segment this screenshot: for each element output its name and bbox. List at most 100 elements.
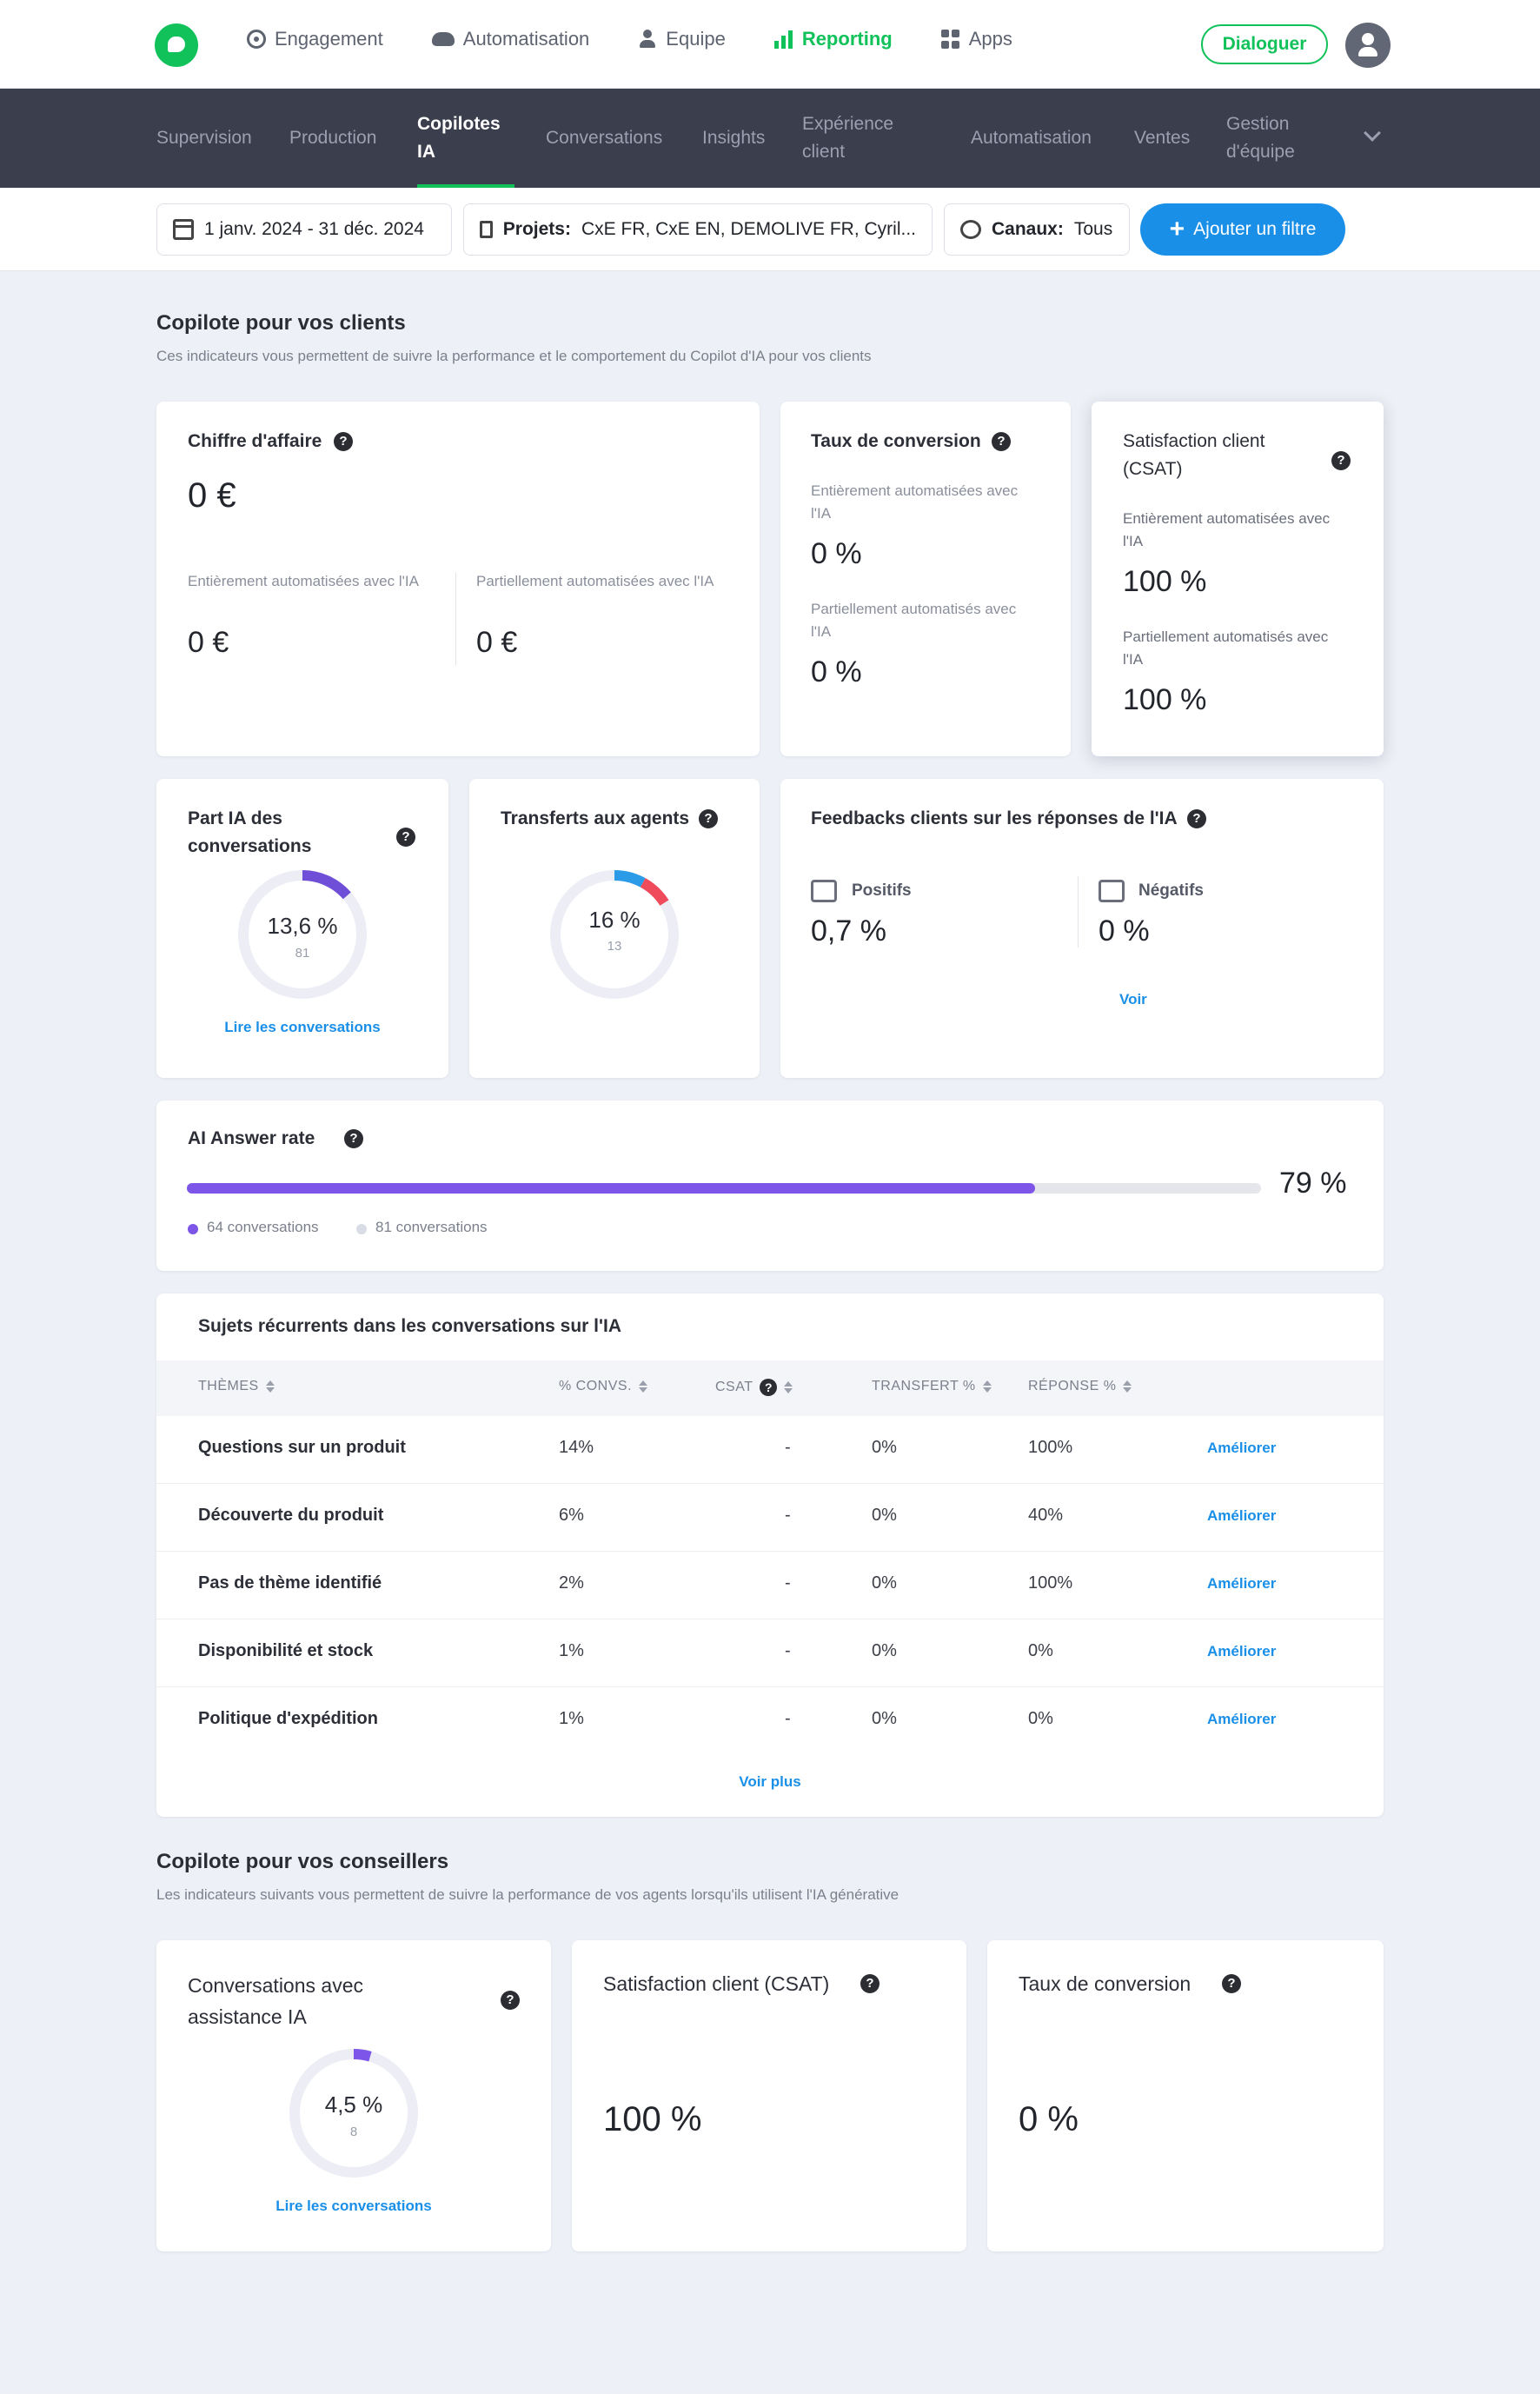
nav-automatisation[interactable]: Automatisation [431,28,589,50]
conversion-partial-value: 0 % [811,655,862,688]
feedback-view-link[interactable]: Voir [1119,991,1147,1008]
add-filter-button[interactable]: + Ajouter un filtre [1140,203,1345,256]
table-row: Découverte du produit 6% - 0% 40% Amélio… [156,1484,1384,1552]
col-csat[interactable]: CSAT? [715,1379,793,1396]
revenue-card: Chiffre d'affaire ? 0 € Entièrement auto… [156,402,760,756]
nav-reporting-label: Reporting [801,28,893,50]
thumbs-up-icon [811,880,837,902]
help-icon[interactable]: ? [1222,1974,1241,1993]
col-reponse[interactable]: RÉPONSE % [1028,1379,1132,1394]
csat-partial-value: 100 % [1123,683,1207,716]
channels-filter[interactable]: Canaux: Tous [944,203,1130,256]
thumbs-down-icon [1099,880,1125,902]
nav-reporting[interactable]: Reporting [773,28,893,50]
advisors-csat-value: 100 % [603,2100,702,2138]
date-range-filter[interactable]: 1 janv. 2024 - 31 déc. 2024 [156,203,452,256]
tab-experience-client[interactable]: Expérience client [802,89,915,188]
tab-insights[interactable]: Insights [702,89,765,188]
dialoguer-button[interactable]: Dialoguer [1201,24,1328,64]
sort-icon [639,1380,648,1393]
cell-transfer: 0% [872,1438,897,1457]
sort-icon [784,1381,793,1393]
main-nav: Engagement Automatisation Equipe Reporti… [247,28,1012,50]
cell-convs: 1% [559,1709,584,1728]
legend-total: 81 conversations [375,1219,488,1235]
revenue-full-label: Entièrement automatisées avec l'IA [188,573,419,589]
advisors-csat-card: Satisfaction client (CSAT) ? 100 % [572,1940,966,2251]
col-reponse-label: RÉPONSE % [1028,1379,1117,1393]
advisors-conversion-card: Taux de conversion ? 0 % [987,1940,1384,2251]
cell-csat: - [785,1641,791,1660]
read-conversations-link[interactable]: Lire les conversations [156,2198,551,2215]
read-conversations-link[interactable]: Lire les conversations [156,1019,448,1036]
improve-link[interactable]: Améliorer [1207,1507,1276,1525]
csat-partial-label: Partiellement automatisés avec l'IA [1123,628,1329,668]
improve-link[interactable]: Améliorer [1207,1711,1276,1728]
apps-grid-icon [940,30,960,49]
app-logo[interactable] [155,23,198,67]
help-icon[interactable]: ? [699,809,718,828]
col-convs[interactable]: % CONVS. [559,1379,648,1394]
tab-automatisation[interactable]: Automatisation [971,89,1092,188]
tab-supervision[interactable]: Supervision [156,89,252,188]
cell-csat: - [785,1438,791,1457]
help-icon[interactable]: ? [1187,809,1206,828]
conversion-full-label: Entièrement automatisées avec l'IA [811,482,1019,522]
help-icon[interactable]: ? [344,1129,363,1148]
improve-link[interactable]: Améliorer [1207,1643,1276,1660]
cell-response: 40% [1028,1506,1064,1525]
col-transfert[interactable]: TRANSFERT % [872,1379,992,1394]
tab-conversations[interactable]: Conversations [546,89,662,188]
cell-csat: - [785,1506,791,1525]
cell-csat: - [785,1709,791,1728]
legend-dot-answered [188,1224,198,1234]
tab-ventes[interactable]: Ventes [1134,89,1190,188]
cell-theme: Disponibilité et stock [198,1641,374,1660]
nav-equipe[interactable]: Equipe [638,28,726,50]
transfers-count: 13 [607,939,622,954]
nav-apps[interactable]: Apps [940,28,1012,50]
cell-transfer: 0% [872,1573,897,1593]
tab-gestion-equipe[interactable]: Gestion d'équipe [1226,89,1322,188]
table-row: Pas de thème identifié 2% - 0% 100% Amél… [156,1552,1384,1619]
conversion-full-value: 0 % [811,537,862,570]
nav-engagement-label: Engagement [275,28,383,50]
help-icon[interactable]: ? [501,1991,520,2010]
improve-link[interactable]: Améliorer [1207,1575,1276,1593]
transfers-value: 16 % [588,907,641,933]
nav-engagement[interactable]: Engagement [247,28,383,50]
help-icon[interactable]: ? [396,828,415,847]
channels-label: Canaux: [992,219,1064,239]
divider [455,572,456,666]
user-icon [638,30,657,49]
col-themes-label: THÈMES [198,1379,259,1393]
tab-copilotes-ia[interactable]: Copilotes IA [417,89,514,188]
top-bar: Engagement Automatisation Equipe Reporti… [0,0,1540,89]
sort-icon [265,1380,275,1393]
chat-bubble-icon [960,220,981,239]
cell-transfer: 0% [872,1506,897,1525]
col-themes[interactable]: THÈMES [198,1379,275,1394]
help-icon[interactable]: ? [860,1974,880,1993]
help-icon[interactable]: ? [760,1379,778,1396]
user-avatar[interactable] [1345,23,1391,68]
advisors-conversion-value: 0 % [1019,2100,1079,2138]
see-more-link[interactable]: Voir plus [156,1773,1384,1791]
help-icon[interactable]: ? [992,432,1011,451]
cell-transfer: 0% [872,1641,897,1660]
help-icon[interactable]: ? [334,432,353,451]
cell-response: 0% [1028,1709,1053,1728]
cell-theme: Découverte du produit [198,1506,384,1525]
date-range-value: 1 janv. 2024 - 31 déc. 2024 [204,219,424,239]
projects-filter[interactable]: Projets: CxE FR, CxE EN, DEMOLIVE FR, Cy… [463,203,933,256]
improve-link[interactable]: Améliorer [1207,1440,1276,1457]
transfers-title: Transferts aux agents [501,808,690,828]
cell-transfer: 0% [872,1709,897,1728]
feedback-title: Feedbacks clients sur les réponses de l'… [811,808,1178,828]
tab-production[interactable]: Production [289,89,376,188]
help-icon[interactable]: ? [1331,451,1351,470]
revenue-full-value: 0 € [188,626,229,659]
advisors-section-subtitle: Les indicateurs suivants vous permettent… [156,1886,899,1903]
conversion-partial-label: Partiellement automatisés avec l'IA [811,601,1017,640]
col-transfert-label: TRANSFERT % [872,1379,976,1393]
